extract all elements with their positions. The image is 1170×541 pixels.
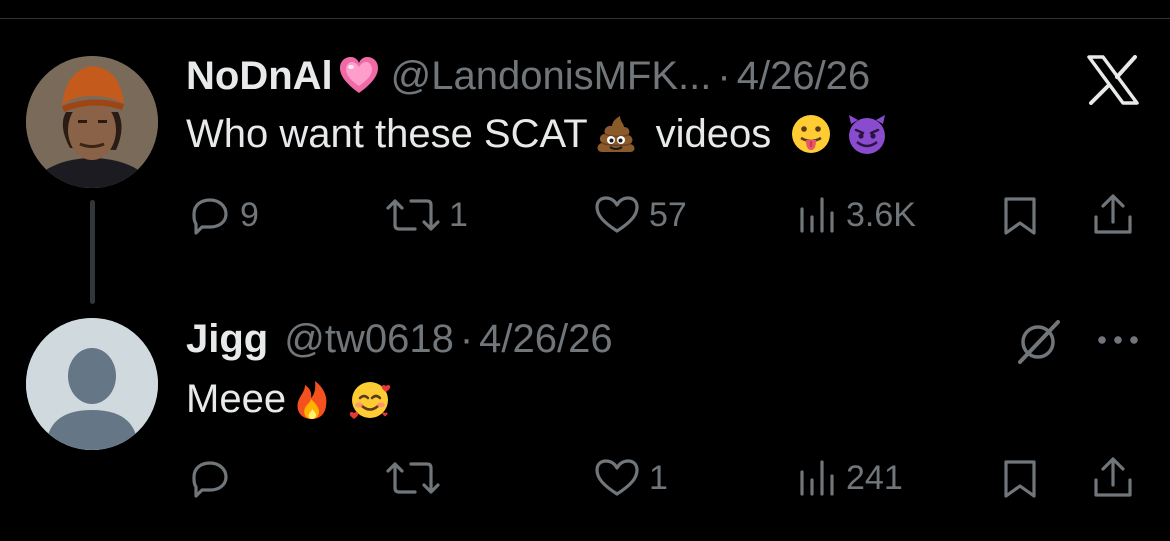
tweet-date[interactable]: 4/26/26 xyxy=(737,52,870,100)
top-divider xyxy=(0,18,1170,19)
separator-dot: · xyxy=(459,317,474,361)
views-count: 3.6K xyxy=(846,196,916,234)
share-icon[interactable] xyxy=(1090,456,1136,505)
user-handle[interactable]: @LandonisMFK... xyxy=(391,52,712,100)
reply-button[interactable] xyxy=(188,458,240,498)
heart-icon xyxy=(595,196,639,233)
share-icon[interactable] xyxy=(1090,193,1136,242)
reply-button[interactable]: 9 xyxy=(188,195,259,235)
fire-emoji-icon xyxy=(290,377,334,421)
pink-heart-emoji-icon xyxy=(337,54,381,98)
repost-button[interactable]: 1 xyxy=(385,195,468,235)
smiling-face-with-horns-emoji-icon xyxy=(845,112,889,156)
display-name[interactable]: NoDnAl xyxy=(186,52,333,100)
views-count: 241 xyxy=(846,459,903,497)
pile-of-poo-emoji-icon xyxy=(594,112,638,156)
tweet-header: Jigg @tw0618 · 4/26/26 xyxy=(186,315,613,363)
reply-count: 9 xyxy=(240,196,259,234)
person-icon xyxy=(26,318,158,450)
repost-icon xyxy=(386,462,440,494)
more-options-icon[interactable] xyxy=(1096,330,1140,355)
like-button[interactable]: 1 xyxy=(593,458,668,498)
tweet-text-part: Meee xyxy=(186,377,287,421)
like-count: 57 xyxy=(649,196,687,234)
bookmark-icon[interactable] xyxy=(1000,458,1040,505)
like-count: 1 xyxy=(649,459,668,497)
repost-count: 1 xyxy=(449,196,468,234)
default-avatar[interactable] xyxy=(26,318,158,450)
user-handle[interactable]: @tw0618 xyxy=(284,315,454,363)
separator-dot: · xyxy=(717,54,731,98)
reply-icon xyxy=(192,461,228,498)
analytics-icon xyxy=(800,460,834,496)
smiling-face-with-hearts-emoji-icon xyxy=(348,377,392,421)
bookmark-icon[interactable] xyxy=(1000,195,1040,242)
reply-icon xyxy=(192,198,228,235)
repost-button[interactable] xyxy=(385,458,449,498)
tweet-date[interactable]: 4/26/26 xyxy=(479,315,612,363)
face-with-tongue-emoji-icon xyxy=(789,112,833,156)
thread-connector-line xyxy=(90,200,95,304)
analytics-icon xyxy=(800,197,834,233)
heart-icon xyxy=(595,459,639,496)
tweet-text-part: Who want these SCAT xyxy=(186,112,588,156)
tweet-text: Meee xyxy=(186,374,392,424)
repost-icon xyxy=(386,199,440,231)
x-logo-icon[interactable] xyxy=(1086,55,1140,110)
avatar[interactable] xyxy=(26,56,158,188)
views-button[interactable]: 3.6K xyxy=(798,195,916,235)
tweet-text-part: videos xyxy=(655,112,772,156)
views-button[interactable]: 241 xyxy=(798,458,903,498)
tweet-text: Who want these SCAT videos xyxy=(186,109,889,159)
display-name[interactable]: Jigg xyxy=(186,315,268,363)
like-button[interactable]: 57 xyxy=(593,195,687,235)
tweet-header: NoDnAl @LandonisMFK... · 4/26/26 xyxy=(186,52,870,100)
grok-icon[interactable] xyxy=(1014,318,1064,371)
